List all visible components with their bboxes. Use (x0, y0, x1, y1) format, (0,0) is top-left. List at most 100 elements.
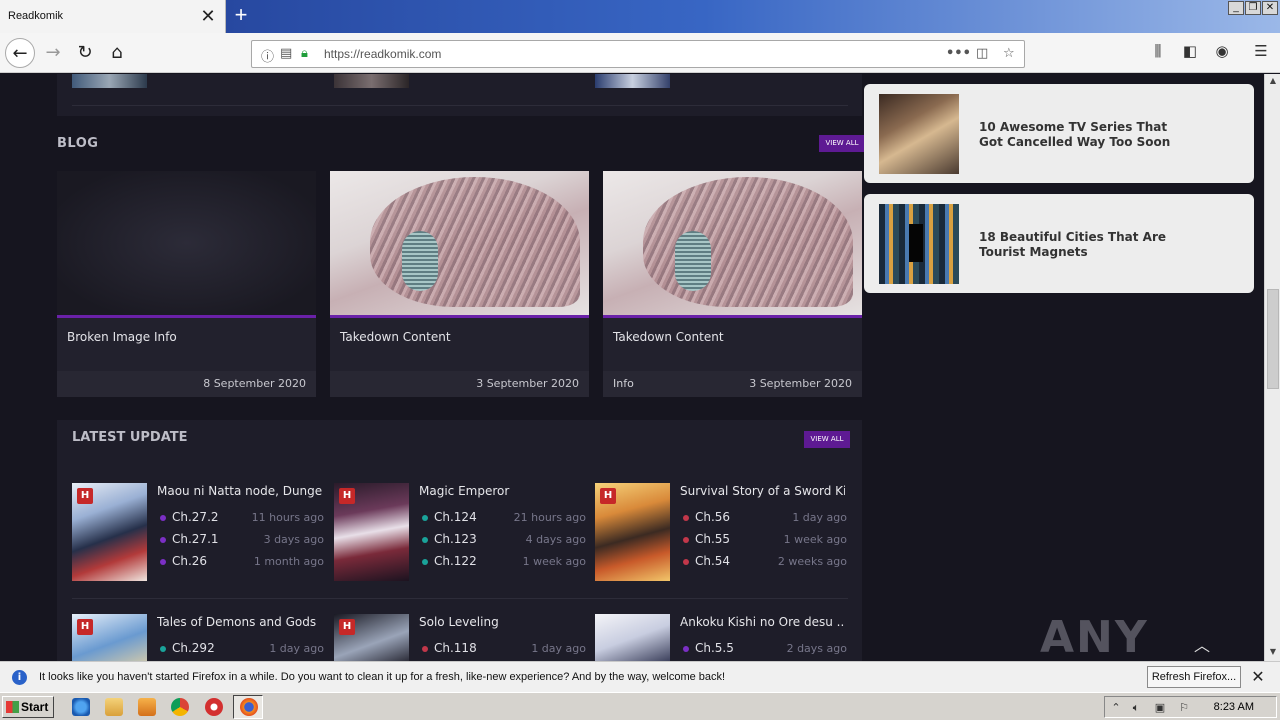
manga-title[interactable]: Magic Emperor (419, 484, 584, 498)
ie-icon[interactable] (72, 698, 90, 716)
ad-image[interactable] (879, 204, 959, 284)
manga-cover[interactable]: H (72, 483, 147, 581)
network-icon[interactable]: ▣ (1153, 701, 1167, 714)
browser-tab[interactable]: Readkomik ✕ (0, 0, 226, 33)
minimize-button[interactable]: _ (1228, 1, 1244, 15)
chapter-row[interactable]: Ch.26 1 month ago (160, 554, 324, 570)
blog-card[interactable]: Takedown Content 3 September 2020 (330, 171, 589, 397)
ad-headline[interactable]: 10 Awesome TV Series That Got Cancelled … (979, 120, 1189, 150)
latest-view-all-button[interactable]: VIEW ALL (804, 431, 850, 448)
tray-expand-icon[interactable]: ⌃ (1109, 701, 1123, 714)
manga-title[interactable]: Solo Leveling (419, 615, 584, 629)
start-button[interactable]: Start (2, 696, 54, 718)
account-icon[interactable]: ◉ (1211, 42, 1233, 60)
blog-card[interactable]: Broken Image Info 8 September 2020 (57, 171, 316, 397)
notification-close-icon[interactable]: ✕ (1250, 667, 1266, 687)
chapter-label[interactable]: Ch.122 (434, 554, 477, 568)
chapter-row[interactable]: Ch.27.2 11 hours ago (160, 510, 324, 526)
blog-title[interactable]: Takedown Content (613, 330, 724, 344)
scroll-down-icon[interactable]: ▼ (1267, 647, 1279, 659)
chapter-label[interactable]: Ch.124 (434, 510, 477, 524)
chapter-row[interactable]: Ch.56 1 day ago (683, 510, 847, 526)
chapter-row[interactable]: Ch.123 4 days ago (422, 532, 586, 548)
chapter-time: 1 month ago (253, 555, 324, 568)
info-icon[interactable]: ⓘ (261, 46, 274, 65)
more-icon[interactable]: ••• (946, 46, 971, 61)
manga-cover-thumbnail[interactable] (72, 74, 147, 88)
url-bar[interactable]: ⓘ ▤ 🔒︎ https://readkomik.com ••• ◫ ☆ (251, 40, 1025, 68)
lock-icon[interactable]: 🔒︎ (301, 46, 308, 61)
blog-title[interactable]: Takedown Content (340, 330, 451, 344)
firefox-taskbar-button[interactable] (233, 695, 263, 719)
manga-cover[interactable]: H (72, 614, 147, 661)
chapter-label[interactable]: Ch.292 (172, 641, 215, 655)
chapter-row[interactable]: Ch.27.1 3 days ago (160, 532, 324, 548)
chapter-label[interactable]: Ch.55 (695, 532, 730, 546)
library-icon[interactable]: ⫼ (1147, 42, 1169, 60)
forward-icon[interactable]: → (38, 38, 68, 68)
sidebar-icon[interactable]: ◧ (1179, 42, 1201, 60)
chapter-label[interactable]: Ch.5.5 (695, 641, 734, 655)
chapter-row[interactable]: Ch.122 1 week ago (422, 554, 586, 570)
chapter-label[interactable]: Ch.56 (695, 510, 730, 524)
chapter-row[interactable]: Ch.54 2 weeks ago (683, 554, 847, 570)
reload-icon[interactable]: ↻ (70, 38, 100, 68)
manga-title[interactable]: Tales of Demons and Gods (157, 615, 322, 629)
scroll-to-top-icon[interactable]: ︿ (1190, 632, 1214, 655)
refresh-firefox-button[interactable]: Refresh Firefox... (1147, 666, 1241, 688)
opera-icon[interactable] (205, 698, 223, 716)
bookmark-star-icon[interactable]: ☆ (1003, 46, 1015, 61)
restore-button[interactable]: ❐ (1245, 1, 1261, 15)
chapter-row[interactable]: Ch.55 1 week ago (683, 532, 847, 548)
manga-cover[interactable] (595, 614, 670, 661)
url-text[interactable]: https://readkomik.com (324, 47, 441, 61)
home-icon[interactable]: ⌂ (102, 38, 132, 68)
manga-item: H Magic Emperor Ch.124 21 hours ago Ch.1… (334, 483, 586, 593)
media-player-icon[interactable] (138, 698, 156, 716)
blog-image[interactable] (603, 171, 862, 315)
chapter-label[interactable]: Ch.123 (434, 532, 477, 546)
volume-icon[interactable]: 🔈︎ (1129, 701, 1143, 714)
manga-title[interactable]: Maou ni Natta node, Dunge... (157, 484, 322, 498)
chapter-label[interactable]: Ch.54 (695, 554, 730, 568)
new-tab-button[interactable]: + (230, 4, 252, 28)
ad-card[interactable]: 18 Beautiful Cities That Are Tourist Mag… (864, 194, 1254, 293)
blog-image[interactable] (330, 171, 589, 315)
chrome-icon[interactable] (171, 698, 189, 716)
blog-title[interactable]: Broken Image Info (67, 330, 177, 344)
ad-headline[interactable]: 18 Beautiful Cities That Are Tourist Mag… (979, 230, 1189, 260)
blog-category[interactable]: Info (613, 377, 634, 390)
blog-view-all-button[interactable]: VIEW ALL (819, 135, 865, 152)
chapter-row[interactable]: Ch.124 21 hours ago (422, 510, 586, 526)
chapter-label[interactable]: Ch.118 (434, 641, 477, 655)
manga-title[interactable]: Survival Story of a Sword Ki... (680, 484, 845, 498)
tab-close-icon[interactable]: ✕ (198, 5, 218, 27)
manga-cover[interactable]: H (595, 483, 670, 581)
blog-card[interactable]: Takedown Content Info 3 September 2020 (603, 171, 862, 397)
manga-cover-thumbnail[interactable] (334, 74, 409, 88)
scroll-up-icon[interactable]: ▲ (1267, 76, 1279, 88)
chapter-row[interactable]: Ch.292 1 day ago (160, 641, 324, 657)
chapter-row[interactable]: Ch.118 1 day ago (422, 641, 586, 657)
action-center-flag-icon[interactable]: ⚐ (1177, 701, 1191, 714)
manga-cover[interactable]: H (334, 614, 409, 661)
chapter-label[interactable]: Ch.27.1 (172, 532, 219, 546)
close-window-button[interactable]: ✕ (1262, 1, 1278, 15)
manga-cover[interactable]: H (334, 483, 409, 581)
clock: 8:23 AM (1213, 701, 1254, 713)
manga-cover-thumbnail[interactable] (595, 74, 670, 88)
menu-icon[interactable]: ☰ (1250, 42, 1272, 60)
vertical-scrollbar[interactable]: ▲ ▼ (1264, 74, 1280, 661)
chapter-row[interactable]: Ch.5.5 2 days ago (683, 641, 847, 657)
permissions-icon[interactable]: ▤ (280, 46, 292, 61)
chapter-label[interactable]: Ch.26 (172, 554, 207, 568)
pocket-icon[interactable]: ◫ (976, 46, 988, 61)
manga-title[interactable]: Ankoku Kishi no Ore desu ... (680, 615, 845, 629)
explorer-folder-icon[interactable] (105, 698, 123, 716)
ad-card[interactable]: 10 Awesome TV Series That Got Cancelled … (864, 84, 1254, 183)
back-icon[interactable]: ← (5, 38, 35, 68)
scrollbar-thumb[interactable] (1267, 289, 1279, 389)
ad-image[interactable] (879, 94, 959, 174)
chapter-label[interactable]: Ch.27.2 (172, 510, 219, 524)
blog-image[interactable] (57, 171, 316, 315)
